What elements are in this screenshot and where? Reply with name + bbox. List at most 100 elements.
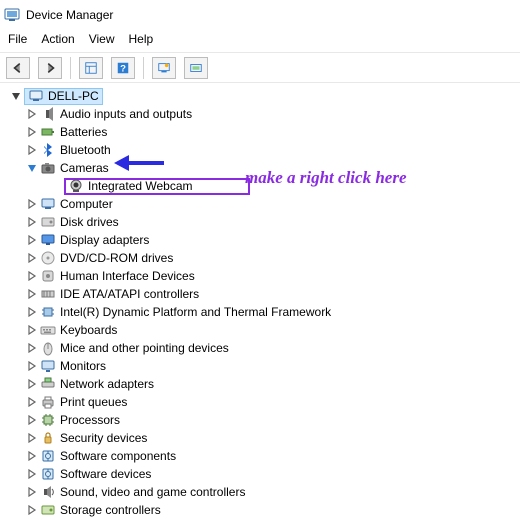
tree-node[interactable]: Intel(R) Dynamic Platform and Thermal Fr… <box>4 303 516 321</box>
tree-child-node[interactable]: Integrated Webcam <box>4 177 516 195</box>
storage-icon <box>40 502 56 518</box>
tree-node[interactable]: Computer <box>4 195 516 213</box>
back-button[interactable] <box>6 57 30 79</box>
add-legacy-hardware-button[interactable] <box>184 57 208 79</box>
device-manager-window: Device Manager File Action View Help ? <box>0 0 520 520</box>
collapse-arrow-icon[interactable] <box>26 162 38 174</box>
expand-arrow-icon[interactable] <box>26 342 38 354</box>
toolbar-separator <box>143 57 144 79</box>
expand-arrow-icon[interactable] <box>26 252 38 264</box>
tree-node-label: Software components <box>60 449 176 463</box>
tree-node[interactable]: Audio inputs and outputs <box>4 105 516 123</box>
expand-arrow-icon[interactable] <box>26 198 38 210</box>
webcam-icon <box>68 178 84 194</box>
expand-arrow-icon[interactable] <box>26 468 38 480</box>
scan-hardware-button[interactable] <box>152 57 176 79</box>
expand-arrow-icon[interactable] <box>26 234 38 246</box>
root-label: DELL-PC <box>48 89 99 103</box>
tree-node[interactable]: Storage controllers <box>4 501 516 519</box>
tree-node-label: Processors <box>60 413 120 427</box>
svg-text:?: ? <box>120 63 126 74</box>
tree-node-label: Mice and other pointing devices <box>60 341 229 355</box>
expand-arrow-icon[interactable] <box>26 216 38 228</box>
device-tree[interactable]: DELL-PC Audio inputs and outputs Batteri… <box>0 83 520 520</box>
camera-icon <box>40 160 56 176</box>
dvd-icon <box>40 250 56 266</box>
toolbar-separator <box>70 57 71 79</box>
window-title: Device Manager <box>26 8 113 22</box>
tree-node[interactable]: Bluetooth <box>4 141 516 159</box>
expand-arrow-icon[interactable] <box>26 144 38 156</box>
cpu-icon <box>40 412 56 428</box>
menu-file[interactable]: File <box>8 32 27 46</box>
toolbar: ? <box>0 53 520 83</box>
expand-arrow-icon[interactable] <box>26 306 38 318</box>
network-icon <box>40 376 56 392</box>
computer-icon <box>40 196 56 212</box>
tree-node[interactable]: Disk drives <box>4 213 516 231</box>
tree-node[interactable]: Batteries <box>4 123 516 141</box>
keyboard-icon <box>40 322 56 338</box>
tree-node[interactable]: Mice and other pointing devices <box>4 339 516 357</box>
menu-action[interactable]: Action <box>41 32 74 46</box>
expand-arrow-icon[interactable] <box>26 324 38 336</box>
printer-icon <box>40 394 56 410</box>
forward-button[interactable] <box>38 57 62 79</box>
tree-node-label: IDE ATA/ATAPI controllers <box>60 287 199 301</box>
tree-node-label: Computer <box>60 197 113 211</box>
tree-node-label: Monitors <box>60 359 106 373</box>
tree-node[interactable]: Software components <box>4 447 516 465</box>
security-icon <box>40 430 56 446</box>
tree-node[interactable]: Sound, video and game controllers <box>4 483 516 501</box>
tree-node-label: Print queues <box>60 395 127 409</box>
expand-arrow-icon[interactable] <box>26 486 38 498</box>
audio-icon <box>40 106 56 122</box>
tree-node[interactable]: DVD/CD-ROM drives <box>4 249 516 267</box>
tree-node-label: DVD/CD-ROM drives <box>60 251 173 265</box>
expand-arrow-icon[interactable] <box>26 504 38 516</box>
device-manager-icon <box>4 7 20 23</box>
tree-node-label: Bluetooth <box>60 143 111 157</box>
menu-help[interactable]: Help <box>129 32 154 46</box>
expand-arrow-icon[interactable] <box>26 270 38 282</box>
tree-node[interactable]: Processors <box>4 411 516 429</box>
bluetooth-icon <box>40 142 56 158</box>
tree-node[interactable]: Monitors <box>4 357 516 375</box>
expand-arrow-icon[interactable] <box>26 396 38 408</box>
expand-arrow-icon[interactable] <box>10 90 22 102</box>
tree-node[interactable]: Print queues <box>4 393 516 411</box>
mouse-icon <box>40 340 56 356</box>
tree-node[interactable]: Security devices <box>4 429 516 447</box>
expand-arrow-icon[interactable] <box>26 288 38 300</box>
tree-node-label: Storage controllers <box>60 503 161 517</box>
tree-node-label: Human Interface Devices <box>60 269 195 283</box>
tree-node-label: Display adapters <box>60 233 149 247</box>
expand-arrow-icon[interactable] <box>26 126 38 138</box>
tree-node[interactable]: Keyboards <box>4 321 516 339</box>
hid-icon <box>40 268 56 284</box>
tree-node-label: Sound, video and game controllers <box>60 485 245 499</box>
tree-child-label: Integrated Webcam <box>88 179 193 193</box>
expand-arrow-icon[interactable] <box>26 360 38 372</box>
tree-node[interactable]: Cameras <box>4 159 516 177</box>
tree-node[interactable]: Human Interface Devices <box>4 267 516 285</box>
expand-arrow-icon[interactable] <box>26 450 38 462</box>
expand-arrow-icon[interactable] <box>26 378 38 390</box>
tree-node[interactable]: Network adapters <box>4 375 516 393</box>
chip-icon <box>40 304 56 320</box>
tree-node[interactable]: Software devices <box>4 465 516 483</box>
expand-arrow-icon[interactable] <box>26 108 38 120</box>
menubar: File Action View Help <box>0 28 520 53</box>
battery-icon <box>40 124 56 140</box>
expand-arrow-icon[interactable] <box>26 432 38 444</box>
help-button[interactable]: ? <box>111 57 135 79</box>
tree-root[interactable]: DELL-PC <box>6 87 516 105</box>
disk-icon <box>40 214 56 230</box>
menu-view[interactable]: View <box>89 32 115 46</box>
computer-icon <box>28 88 44 104</box>
tree-node[interactable]: Display adapters <box>4 231 516 249</box>
tree-node[interactable]: IDE ATA/ATAPI controllers <box>4 285 516 303</box>
expand-arrow-icon[interactable] <box>26 414 38 426</box>
show-hide-console-tree-button[interactable] <box>79 57 103 79</box>
tree-node-label: Software devices <box>60 467 151 481</box>
